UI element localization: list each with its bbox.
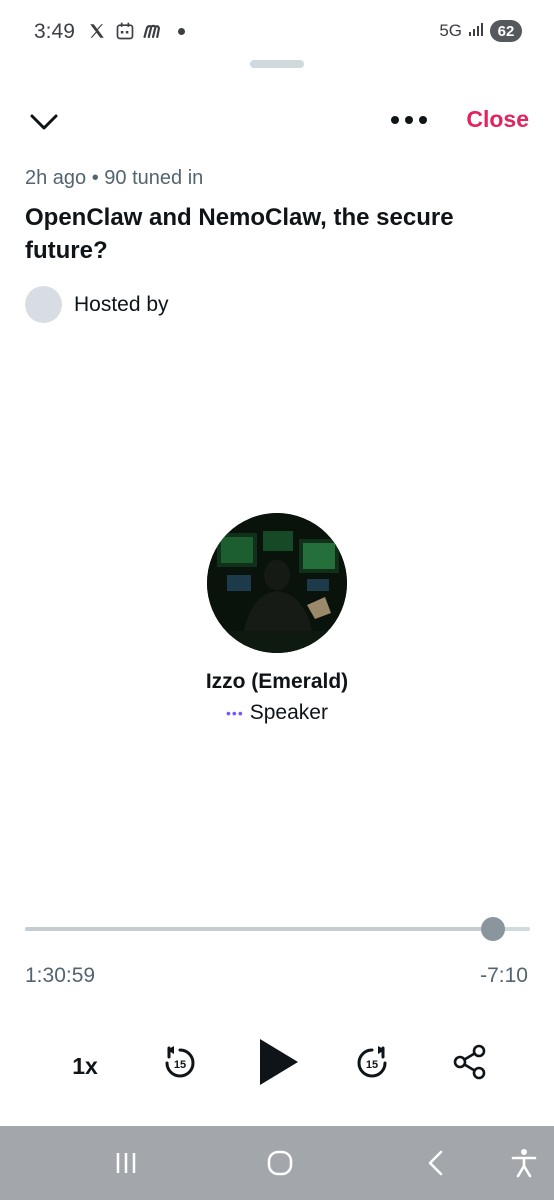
- back-button[interactable]: [414, 1126, 458, 1200]
- speaker-role-row: ••• Speaker: [0, 701, 554, 725]
- collapse-button[interactable]: [26, 104, 62, 140]
- forward-icon: 15: [357, 1046, 387, 1078]
- progress-thumb[interactable]: [481, 917, 506, 941]
- more-dot: [419, 116, 427, 124]
- rewind-15-button[interactable]: 15: [160, 1040, 200, 1084]
- more-dot: [405, 116, 413, 124]
- playback-speed-button[interactable]: 1x: [62, 1046, 108, 1086]
- network-label: 5G: [439, 21, 462, 40]
- messenger-m-icon: [142, 20, 164, 42]
- speaker-avatar[interactable]: [207, 513, 347, 653]
- status-bar: 3:49 5G 62: [0, 0, 554, 64]
- host-avatar[interactable]: [25, 286, 62, 323]
- chevron-down-icon: [30, 114, 58, 130]
- home-button[interactable]: [256, 1126, 304, 1200]
- space-title: OpenClaw and NemoClaw, the secure future…: [25, 204, 454, 264]
- more-dot: [391, 116, 399, 124]
- host-row[interactable]: Hosted by: [25, 286, 169, 323]
- hosted-by-label: Hosted by: [74, 292, 169, 316]
- speaker-name[interactable]: Izzo (Emerald): [0, 670, 554, 694]
- audio-dots-icon: •••: [226, 705, 244, 721]
- play-button[interactable]: [252, 1034, 304, 1090]
- status-system: 5G 62: [439, 20, 522, 42]
- rewind-icon: 15: [165, 1046, 195, 1078]
- space-meta: 2h ago • 90 tuned in: [25, 167, 204, 189]
- accessibility-button[interactable]: [504, 1126, 544, 1200]
- share-button[interactable]: [450, 1042, 490, 1082]
- progress-fill: [25, 927, 494, 931]
- forward-seconds: 15: [366, 1059, 378, 1071]
- share-icon: [453, 1044, 486, 1080]
- battery-indicator: 62: [490, 20, 522, 42]
- speaker-role: Speaker: [249, 701, 328, 724]
- notification-dot-icon: [178, 27, 185, 35]
- more-button[interactable]: [388, 104, 430, 136]
- elapsed-time: 1:30:59: [25, 964, 96, 987]
- x-logo-icon: [86, 20, 108, 42]
- status-notification-icons: [86, 20, 185, 42]
- calendar-icon: [114, 20, 136, 42]
- accessibility-icon: [511, 1149, 537, 1178]
- signal-icon: [468, 21, 484, 42]
- forward-15-button[interactable]: 15: [352, 1040, 392, 1084]
- progress-slider[interactable]: [25, 917, 530, 941]
- sheet-drag-handle[interactable]: [250, 60, 304, 68]
- remaining-time: -7:10: [480, 964, 528, 987]
- rewind-seconds: 15: [174, 1059, 186, 1071]
- home-icon: [267, 1150, 293, 1176]
- play-icon: [260, 1039, 298, 1085]
- system-nav-bar: [0, 1126, 554, 1200]
- recent-apps-button[interactable]: [104, 1126, 148, 1200]
- close-button[interactable]: Close: [466, 106, 529, 133]
- back-icon: [428, 1150, 443, 1176]
- recent-apps-icon: [116, 1153, 136, 1173]
- status-time: 3:49: [34, 20, 75, 43]
